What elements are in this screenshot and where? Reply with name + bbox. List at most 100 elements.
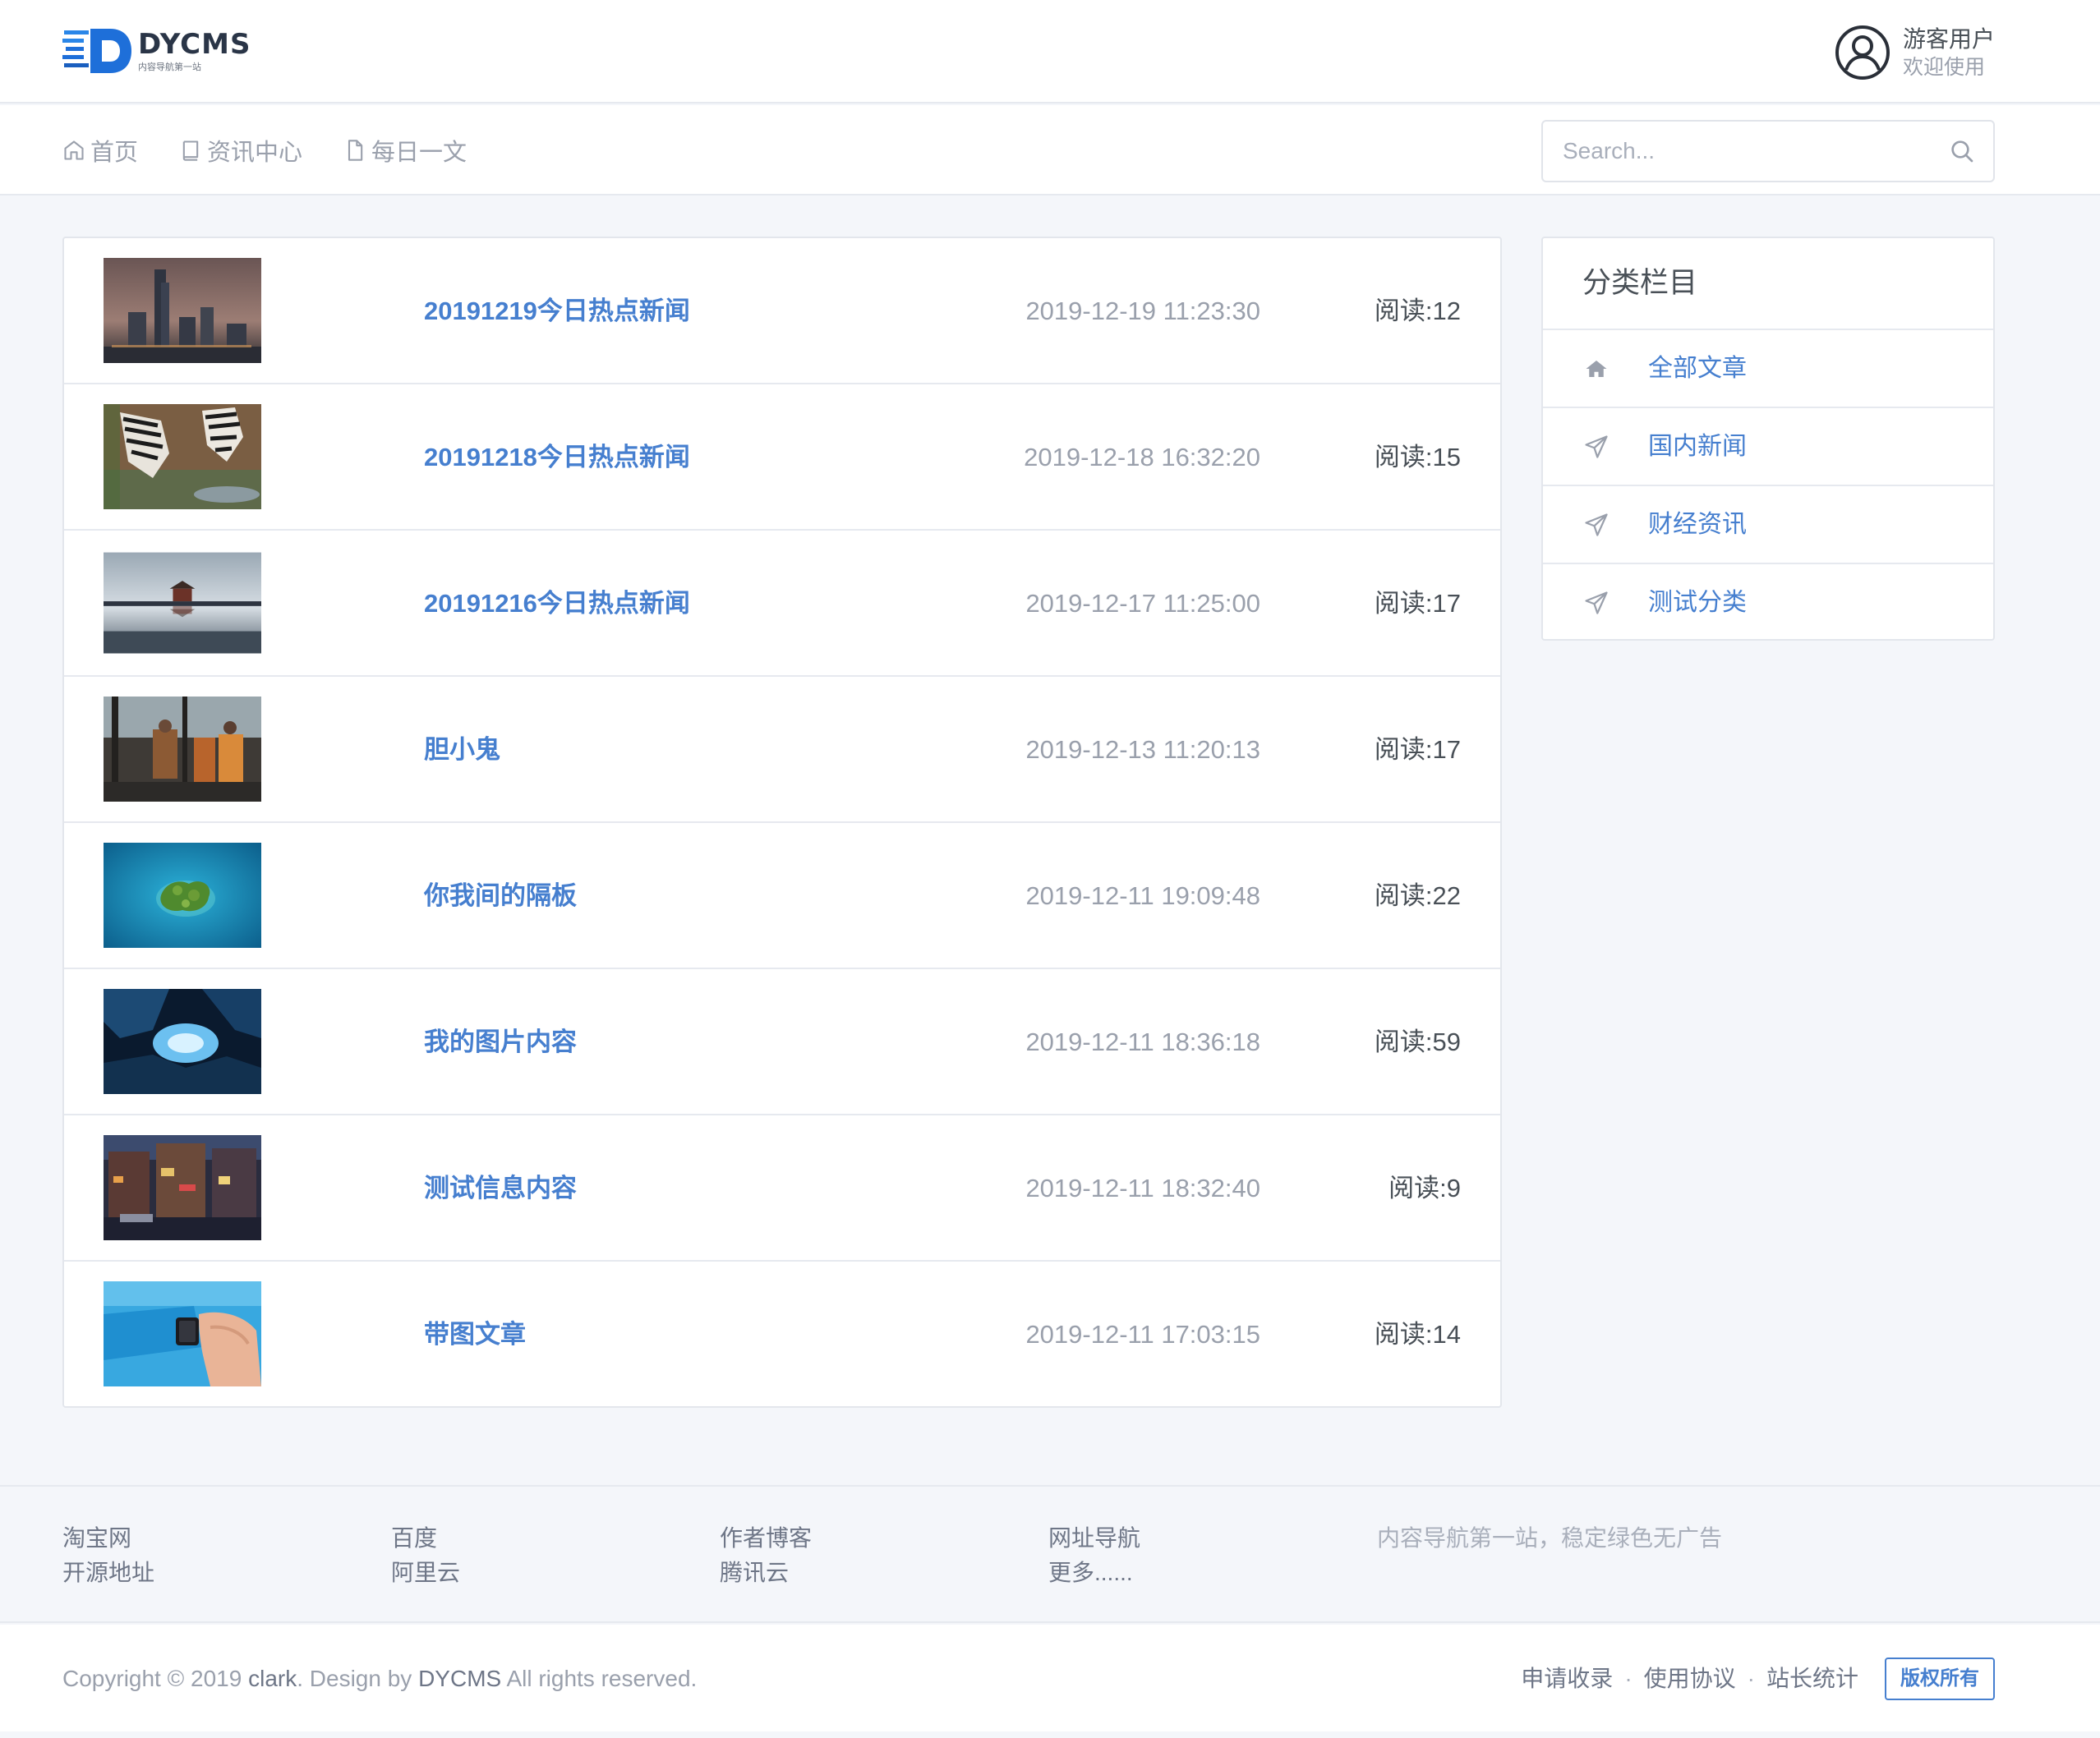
article-date: 2019-12-11 19:09:48 [1025,881,1260,910]
nav-menu: 首页 资讯中心 每日一文 [62,105,508,195]
separator: · [1747,1666,1755,1691]
article-reads: 阅读:12 [1374,297,1461,325]
article-thumbnail[interactable] [104,1281,261,1386]
article-date: 2019-12-19 11:23:30 [1025,297,1260,325]
article-title[interactable]: 20191218今日热点新闻 [424,384,690,531]
logo-mark-icon [62,25,133,76]
article-reads: 阅读:15 [1374,443,1461,471]
article-reads: 阅读:17 [1374,735,1461,764]
nav-item-home[interactable]: 首页 [62,133,138,168]
user-avatar-icon [1835,25,1890,80]
article-row[interactable]: 胆小鬼 2019-12-13 11:20:13 阅读:17 [64,677,1500,823]
article-row[interactable]: 20191218今日热点新闻 2019-12-18 16:32:20 阅读:15 [64,384,1500,531]
sidebar-item-all-articles[interactable]: 全部文章 [1543,329,1993,407]
article-thumbnail[interactable] [104,258,261,363]
article-row[interactable]: 测试信息内容 2019-12-11 18:32:40 阅读:9 [64,1115,1500,1262]
file-icon [348,140,363,161]
logo-subtitle: 内容导航第一站 [138,62,201,72]
article-title[interactable]: 20191219今日热点新闻 [424,238,690,384]
footer-column: 网址导航 更多...... [1048,1521,1140,1590]
article-title[interactable]: 你我间的隔板 [424,823,577,969]
article-date: 2019-12-13 11:20:13 [1025,735,1260,764]
nav-item-news-center[interactable]: 资讯中心 [179,133,302,168]
article-thumbnail[interactable] [104,1135,261,1240]
article-reads: 阅读:14 [1374,1320,1461,1349]
article-thumbnail[interactable] [104,697,261,802]
search-icon[interactable] [1949,138,1975,164]
article-row[interactable]: 你我间的隔板 2019-12-11 19:09:48 阅读:22 [64,823,1500,969]
send-icon [1585,591,1608,614]
copyright-mid: . Design by [297,1666,419,1691]
article-title[interactable]: 带图文章 [424,1262,526,1408]
send-icon [1585,513,1608,536]
copyright-button[interactable]: 版权所有 [1885,1658,1995,1700]
sidebar-item-test-category[interactable]: 测试分类 [1543,563,1993,641]
article-title[interactable]: 20191216今日热点新闻 [424,531,690,677]
footer-link[interactable]: 网址导航 [1048,1521,1140,1556]
book-icon [182,140,199,161]
article-reads: 阅读:9 [1388,1174,1461,1202]
article-thumbnail[interactable] [104,404,261,509]
bottom-strip [0,1731,2100,1738]
header: DYCMS 内容导航第一站 游客用户 欢迎使用 [0,0,2100,103]
copyright: Copyright © 2019 clark. Design by DYCMS … [62,1625,697,1733]
article-title[interactable]: 胆小鬼 [424,677,500,823]
nav-label: 每日一文 [371,140,467,166]
separator: · [1624,1666,1633,1691]
sidebar-item-label: 测试分类 [1648,589,1747,616]
footer-link[interactable]: 阿里云 [391,1556,460,1590]
user-subtitle: 欢迎使用 [1902,56,1985,79]
footer-links: 淘宝网 开源地址 百度 阿里云 作者博客 腾讯云 网址导航 更多...... 内… [0,1485,2100,1623]
copyright-prefix: Copyright © 2019 [62,1666,249,1691]
user-menu[interactable]: 游客用户 欢迎使用 [1834,20,1995,85]
footer-tagline: 内容导航第一站，稳定绿色无广告 [1377,1525,1723,1551]
footer-bottom: Copyright © 2019 clark. Design by DYCMS … [0,1625,2100,1738]
footer-link-stats[interactable]: 站长统计 [1766,1625,1858,1733]
article-title[interactable]: 测试信息内容 [424,1115,577,1262]
footer-column: 百度 阿里云 [391,1521,460,1590]
nav-item-daily-article[interactable]: 每日一文 [343,133,467,168]
footer-link[interactable]: 百度 [391,1521,460,1556]
article-reads: 阅读:59 [1374,1028,1461,1056]
article-row[interactable]: 20191216今日热点新闻 2019-12-17 11:25:00 阅读:17 [64,531,1500,677]
article-date: 2019-12-18 16:32:20 [1024,443,1260,471]
footer-link[interactable]: 开源地址 [62,1556,154,1590]
footer-bottom-links: 申请收录 · 使用协议 · 站长统计 [1521,1625,1858,1733]
search-input[interactable] [1543,122,1937,181]
footer-link-terms[interactable]: 使用协议 [1644,1625,1736,1733]
user-name: 游客用户 [1902,26,1995,52]
footer-column: 淘宝网 开源地址 [62,1521,154,1590]
sidebar-item-finance[interactable]: 财经资讯 [1543,485,1993,563]
article-thumbnail[interactable] [104,989,261,1094]
home-icon [64,140,84,160]
logo[interactable]: DYCMS 内容导航第一站 [62,25,251,77]
send-icon [1585,435,1608,458]
logo-title: DYCMS [138,27,251,61]
footer-link[interactable]: 淘宝网 [62,1521,154,1556]
article-date: 2019-12-11 17:03:15 [1025,1320,1260,1349]
sidebar-item-domestic-news[interactable]: 国内新闻 [1543,407,1993,485]
footer-column: 作者博客 腾讯云 [720,1521,812,1590]
copyright-suffix: All rights reserved. [501,1666,698,1691]
article-title[interactable]: 我的图片内容 [424,969,577,1115]
nav-label: 首页 [90,140,139,166]
footer-link[interactable]: 更多...... [1048,1556,1140,1590]
page: DYCMS 内容导航第一站 游客用户 欢迎使用 首页 资讯中心 每日一文 Sea… [0,0,2100,1738]
footer-link[interactable]: 作者博客 [720,1521,812,1556]
search-box [1541,120,1995,182]
sidebar-title: 分类栏目 [1582,267,1698,299]
footer-link-submit-site[interactable]: 申请收录 [1521,1625,1613,1733]
article-row[interactable]: 带图文章 2019-12-11 17:03:15 阅读:14 [64,1262,1500,1408]
article-list: 20191219今日热点新闻 2019-12-19 11:23:30 阅读:12… [62,237,1502,1408]
article-thumbnail[interactable] [104,843,261,948]
sidebar-item-label: 国内新闻 [1648,433,1747,460]
copyright-brand-link[interactable]: DYCMS [418,1666,501,1691]
article-row[interactable]: 我的图片内容 2019-12-11 18:36:18 阅读:59 [64,969,1500,1115]
sidebar-item-label: 全部文章 [1648,355,1747,382]
article-thumbnail[interactable] [104,550,261,655]
article-reads: 阅读:22 [1374,881,1461,910]
article-date: 2019-12-11 18:32:40 [1025,1174,1260,1202]
footer-link[interactable]: 腾讯云 [720,1556,812,1590]
copyright-owner-link[interactable]: clark [248,1666,297,1691]
article-row[interactable]: 20191219今日热点新闻 2019-12-19 11:23:30 阅读:12 [64,238,1500,384]
